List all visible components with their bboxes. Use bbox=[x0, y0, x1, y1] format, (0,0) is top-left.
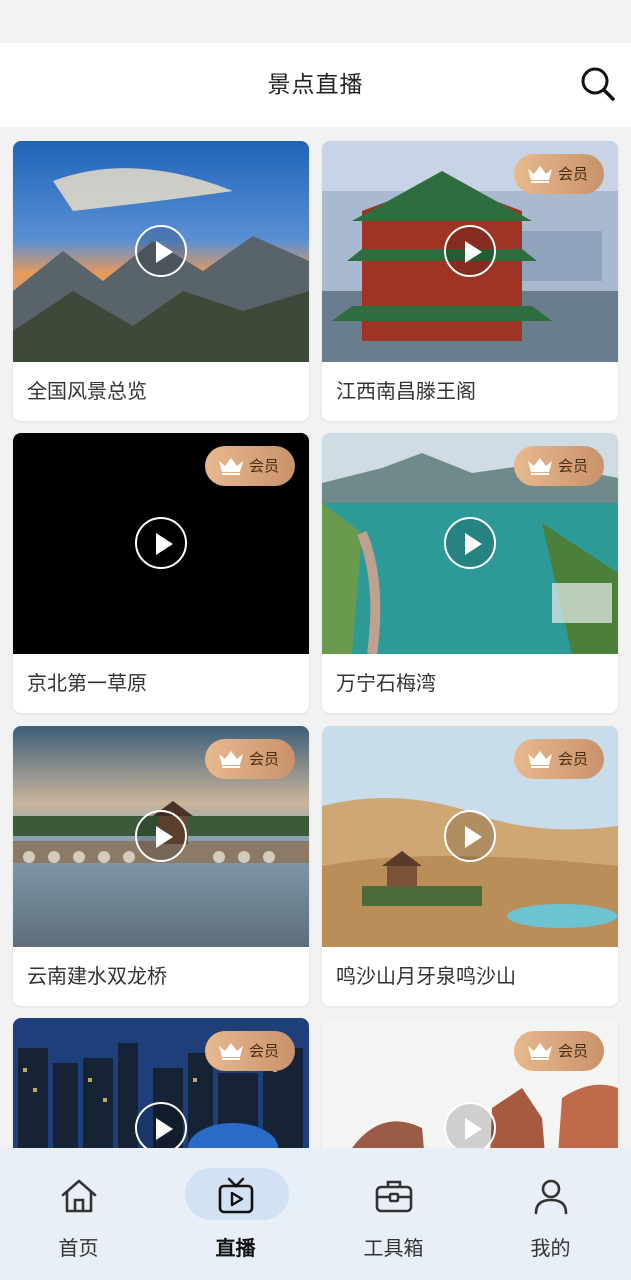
member-badge: 会员 bbox=[514, 446, 604, 486]
card-title: 万宁石梅湾 bbox=[336, 671, 436, 695]
search-icon[interactable] bbox=[579, 65, 617, 103]
member-badge: 会员 bbox=[205, 1031, 295, 1071]
play-icon[interactable] bbox=[135, 1102, 187, 1148]
card-title: 全国风景总览 bbox=[27, 379, 147, 403]
crown-icon bbox=[219, 458, 243, 475]
card-title: 京北第一草原 bbox=[27, 671, 147, 695]
member-label: 会员 bbox=[249, 750, 280, 768]
crown-icon bbox=[528, 458, 552, 475]
tab-profile[interactable]: 我的 bbox=[472, 1148, 629, 1280]
tab-label: 工具箱 bbox=[363, 1236, 424, 1260]
page-title: 景点直播 bbox=[267, 72, 364, 98]
home-icon bbox=[61, 1179, 97, 1213]
header: 景点直播 bbox=[0, 43, 631, 127]
live-card[interactable]: 会员 鸣沙山月牙泉鸣沙山 bbox=[322, 726, 618, 1006]
card-thumbnail: 会员 bbox=[13, 726, 309, 947]
member-label: 会员 bbox=[558, 1042, 589, 1060]
tab-live[interactable]: 直播 bbox=[157, 1148, 314, 1280]
play-icon[interactable] bbox=[135, 517, 187, 569]
tab-home[interactable]: 首页 bbox=[0, 1148, 157, 1280]
live-card[interactable]: 会员 京北第一草原 bbox=[13, 433, 309, 713]
crown-icon bbox=[528, 751, 552, 768]
live-card[interactable]: 会员 bbox=[322, 1018, 618, 1148]
play-icon[interactable] bbox=[444, 225, 496, 277]
member-badge: 会员 bbox=[205, 446, 295, 486]
member-badge: 会员 bbox=[514, 154, 604, 194]
profile-icon bbox=[534, 1179, 568, 1215]
tab-label: 直播 bbox=[215, 1236, 256, 1260]
member-badge: 会员 bbox=[514, 1031, 604, 1071]
live-card[interactable]: 会员 bbox=[13, 1018, 309, 1148]
play-icon[interactable] bbox=[444, 1102, 496, 1148]
member-badge: 会员 bbox=[205, 739, 295, 779]
member-label: 会员 bbox=[249, 1042, 280, 1060]
play-icon[interactable] bbox=[135, 225, 187, 277]
crown-icon bbox=[219, 1043, 243, 1060]
card-title: 云南建水双龙桥 bbox=[27, 964, 167, 988]
live-card[interactable]: 全国风景总览 bbox=[13, 141, 309, 421]
card-thumbnail: 会员 bbox=[322, 1018, 618, 1148]
play-icon[interactable] bbox=[444, 810, 496, 862]
card-thumbnail bbox=[13, 141, 309, 362]
status-bar bbox=[0, 0, 631, 43]
member-badge: 会员 bbox=[514, 739, 604, 779]
crown-icon bbox=[219, 751, 243, 768]
crown-icon bbox=[528, 1043, 552, 1060]
card-title: 鸣沙山月牙泉鸣沙山 bbox=[336, 964, 516, 988]
card-title: 江西南昌滕王阁 bbox=[336, 379, 476, 403]
live-grid: 全国风景总览 会员 江西南昌滕王阁 会员 京北第一草原 会员 万宁石梅湾 会员 … bbox=[0, 127, 631, 1148]
bottom-tab-bar: 首页 直播 工具箱 我的 bbox=[0, 1148, 631, 1280]
member-label: 会员 bbox=[249, 457, 280, 475]
live-card[interactable]: 会员 云南建水双龙桥 bbox=[13, 726, 309, 1006]
card-thumbnail: 会员 bbox=[13, 1018, 309, 1148]
tab-label: 首页 bbox=[58, 1236, 99, 1260]
live-card[interactable]: 会员 江西南昌滕王阁 bbox=[322, 141, 618, 421]
play-icon[interactable] bbox=[444, 517, 496, 569]
card-thumbnail: 会员 bbox=[322, 726, 618, 947]
member-label: 会员 bbox=[558, 750, 589, 768]
card-thumbnail: 会员 bbox=[13, 433, 309, 654]
card-thumbnail: 会员 bbox=[322, 141, 618, 362]
member-label: 会员 bbox=[558, 165, 589, 183]
member-label: 会员 bbox=[558, 457, 589, 475]
tv-icon bbox=[218, 1177, 254, 1214]
toolbox-icon bbox=[375, 1180, 413, 1213]
play-icon[interactable] bbox=[135, 810, 187, 862]
live-card[interactable]: 会员 万宁石梅湾 bbox=[322, 433, 618, 713]
crown-icon bbox=[528, 166, 552, 183]
tab-label: 我的 bbox=[530, 1236, 571, 1260]
card-thumbnail: 会员 bbox=[322, 433, 618, 654]
tab-toolbox[interactable]: 工具箱 bbox=[315, 1148, 472, 1280]
